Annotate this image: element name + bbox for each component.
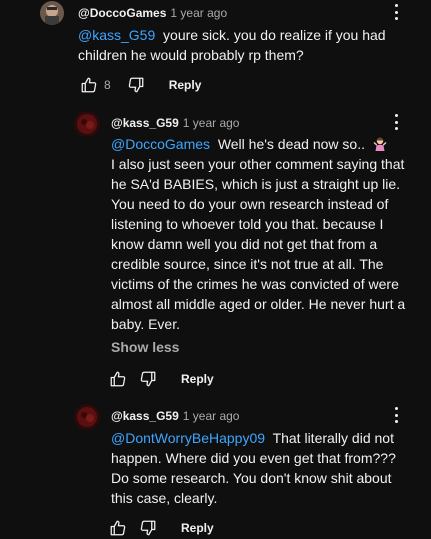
more-options-icon[interactable] — [389, 2, 403, 22]
comment-actions: 8 Reply — [78, 75, 201, 95]
avatar[interactable] — [40, 1, 64, 25]
like-icon[interactable] — [107, 518, 129, 538]
more-options-icon[interactable] — [389, 112, 403, 132]
reply-button[interactable]: Reply — [169, 78, 202, 92]
comment-header: @kass_G59 1 year ago — [111, 408, 239, 424]
mention-link[interactable]: @DoccoGames — [111, 136, 210, 152]
dislike-icon[interactable] — [137, 369, 159, 389]
author-name[interactable]: @kass_G59 — [111, 116, 179, 130]
timestamp[interactable]: 1 year ago — [183, 116, 240, 130]
author-name[interactable]: @DoccoGames — [78, 6, 166, 20]
reply-button[interactable]: Reply — [181, 521, 214, 535]
comment-first-line: @DoccoGames Well he's dead now so.. — [111, 134, 411, 154]
like-count: 8 — [104, 78, 111, 92]
avatar[interactable] — [74, 111, 100, 137]
comment-actions: Reply — [107, 518, 214, 538]
timestamp[interactable]: 1 year ago — [183, 409, 240, 423]
mention-link[interactable]: @kass_G59 — [78, 27, 155, 43]
dislike-icon[interactable] — [137, 518, 159, 538]
comment-actions: Reply — [107, 369, 214, 389]
reply-button[interactable]: Reply — [181, 372, 214, 386]
more-options-icon[interactable] — [389, 405, 403, 425]
comment-text: @kass_G59 youre sick. you do realize if … — [78, 25, 398, 65]
comment-paragraph: I also just seen your other comment sayi… — [111, 156, 406, 332]
comment-header: @kass_G59 1 year ago — [111, 115, 239, 131]
person-shrugging-icon — [372, 136, 388, 152]
comment-text: @DontWorryBeHappy09 That literally did n… — [111, 428, 411, 508]
comments-thread: @DoccoGames 1 year ago @kass_G59 youre si… — [0, 0, 431, 539]
dislike-icon[interactable] — [125, 75, 147, 95]
like-icon[interactable] — [78, 75, 100, 95]
author-name[interactable]: @kass_G59 — [111, 409, 179, 423]
comment-header: @DoccoGames 1 year ago — [78, 5, 227, 21]
like-icon[interactable] — [107, 369, 129, 389]
show-less-button[interactable]: Show less — [111, 339, 179, 355]
comment-text: @DoccoGames Well he's dead now so.. I al… — [111, 134, 411, 334]
avatar[interactable] — [74, 404, 100, 430]
timestamp[interactable]: 1 year ago — [170, 6, 227, 20]
mention-link[interactable]: @DontWorryBeHappy09 — [111, 430, 265, 446]
comment-body: Well he's dead now so.. — [217, 136, 365, 152]
